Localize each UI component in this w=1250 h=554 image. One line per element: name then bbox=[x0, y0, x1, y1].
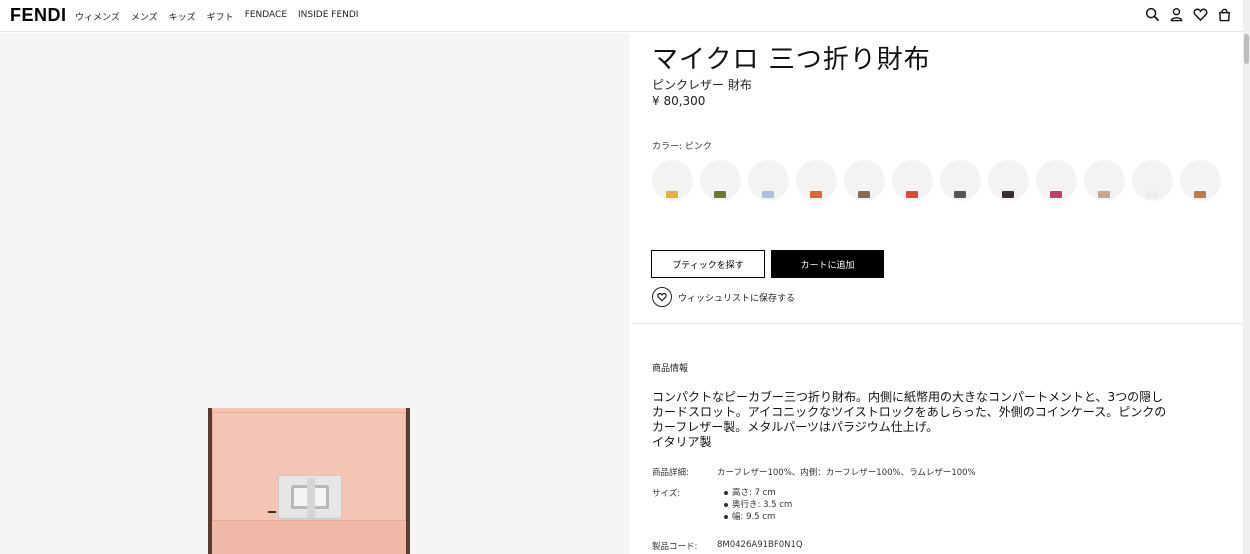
code-label: 製品コード: bbox=[652, 542, 698, 552]
color-swatches bbox=[652, 160, 1221, 201]
scrollbar-thumb[interactable] bbox=[1244, 34, 1249, 64]
description-text: コンパクトなピーカブー三つ折り財布。内側に紙幣用の大きなコンパートメントと、3つ… bbox=[652, 390, 1167, 434]
nav-item-gifts[interactable]: ギフト bbox=[207, 10, 234, 23]
color-swatch[interactable] bbox=[1180, 160, 1221, 201]
swatch-thumbnail bbox=[762, 191, 774, 198]
brand-logo[interactable]: FENDI bbox=[10, 5, 67, 26]
code-value: 8M0426A91BF0N1Q bbox=[717, 540, 803, 550]
bag-icon[interactable] bbox=[1217, 7, 1232, 22]
swatch-thumbnail bbox=[1098, 191, 1110, 198]
product-price: ¥ 80,300 bbox=[652, 94, 706, 108]
swatch-thumbnail bbox=[1050, 191, 1062, 198]
swatch-thumbnail bbox=[666, 191, 678, 198]
color-swatch[interactable] bbox=[1084, 160, 1125, 201]
size-height: 高さ: 7 cm bbox=[723, 487, 792, 499]
color-swatch[interactable] bbox=[1036, 160, 1077, 201]
nav-item-fendace[interactable]: FENDACE bbox=[245, 10, 287, 23]
color-swatch[interactable] bbox=[796, 160, 837, 201]
nav-item-inside-fendi[interactable]: INSIDE FENDI bbox=[298, 10, 358, 23]
swatch-thumbnail bbox=[1194, 191, 1206, 198]
find-boutique-button[interactable]: ブティックを探す bbox=[651, 250, 765, 278]
product-info-panel: マイクロ 三つ折り財布 ピンクレザー 財布 ¥ 80,300 カラー: ピンク … bbox=[632, 33, 1243, 554]
product-title: マイクロ 三つ折り財布 bbox=[652, 45, 931, 75]
search-icon[interactable] bbox=[1145, 7, 1160, 22]
color-swatch[interactable] bbox=[700, 160, 741, 201]
add-to-cart-button[interactable]: カートに追加 bbox=[771, 250, 884, 278]
nav-item-womens[interactable]: ウィメンズ bbox=[75, 10, 120, 23]
nav-item-kids[interactable]: キッズ bbox=[169, 10, 196, 23]
size-width: 幅: 9.5 cm bbox=[723, 511, 792, 523]
size-list: 高さ: 7 cm 奥行き: 3.5 cm 幅: 9.5 cm bbox=[717, 487, 792, 523]
material-label: 商品詳細: bbox=[652, 468, 689, 478]
wishlist-label: ウィッシュリストに保存する bbox=[678, 293, 796, 304]
size-spec: サイズ: 高さ: 7 cm 奥行き: 3.5 cm 幅: 9.5 cm bbox=[652, 487, 792, 523]
color-swatch[interactable] bbox=[652, 160, 693, 201]
swatch-thumbnail bbox=[1002, 191, 1014, 198]
swatch-thumbnail bbox=[1146, 191, 1158, 198]
material-spec: 商品詳細: カーフレザー100%、内側：カーフレザー100%、ラムレザー100% bbox=[652, 466, 976, 478]
swatch-thumbnail bbox=[906, 191, 918, 198]
size-depth: 奥行き: 3.5 cm bbox=[723, 500, 793, 510]
swatch-thumbnail bbox=[954, 191, 966, 198]
color-swatch[interactable] bbox=[748, 160, 789, 201]
heart-icon[interactable] bbox=[1193, 7, 1208, 22]
divider bbox=[632, 323, 1243, 324]
user-icon[interactable] bbox=[1169, 7, 1184, 22]
section-title: 商品情報 bbox=[652, 364, 689, 374]
origin-text: イタリア製 bbox=[652, 435, 712, 449]
product-image-wallet bbox=[208, 408, 410, 554]
swatch-thumbnail bbox=[858, 191, 870, 198]
product-subtitle: ピンクレザー 財布 bbox=[652, 78, 752, 92]
product-description: コンパクトなピーカブー三つ折り財布。内側に紙幣用の大きなコンパートメントと、3つ… bbox=[652, 390, 1172, 450]
scrollbar[interactable] bbox=[1243, 0, 1250, 554]
code-spec: 製品コード: 8M0426A91BF0N1Q bbox=[652, 540, 803, 552]
color-swatch[interactable] bbox=[1132, 160, 1173, 201]
wishlist-button[interactable]: ウィッシュリストに保存する bbox=[652, 287, 795, 307]
nav-item-mens[interactable]: メンズ bbox=[131, 10, 158, 23]
header-icons bbox=[1145, 7, 1232, 22]
product-image-panel[interactable] bbox=[0, 33, 630, 554]
color-label: カラー: ピンク bbox=[652, 142, 712, 152]
site-header: FENDI ウィメンズ メンズ キッズ ギフト FENDACE INSIDE F… bbox=[0, 0, 1250, 32]
color-swatch[interactable] bbox=[844, 160, 885, 201]
size-label: サイズ: bbox=[652, 489, 681, 499]
heart-icon bbox=[652, 287, 672, 307]
material-value: カーフレザー100%、内側：カーフレザー100%、ラムレザー100% bbox=[717, 468, 976, 478]
color-swatch[interactable] bbox=[892, 160, 933, 201]
color-swatch[interactable] bbox=[988, 160, 1029, 201]
swatch-thumbnail bbox=[714, 191, 726, 198]
color-swatch[interactable] bbox=[940, 160, 981, 201]
twist-lock bbox=[278, 475, 342, 519]
swatch-thumbnail bbox=[810, 191, 822, 198]
main-nav: ウィメンズ メンズ キッズ ギフト FENDACE INSIDE FENDI bbox=[75, 10, 358, 23]
